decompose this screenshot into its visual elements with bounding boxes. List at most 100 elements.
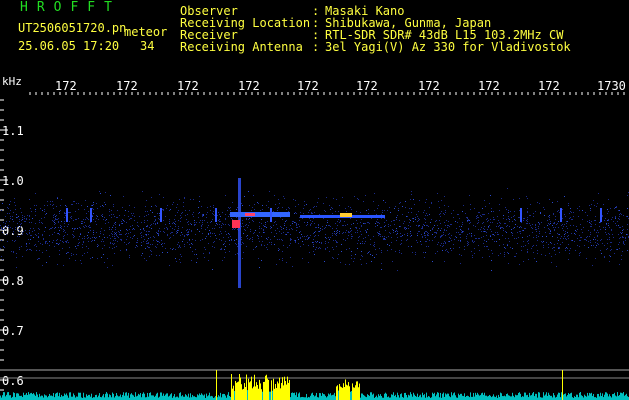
noise-dot <box>61 221 62 222</box>
noise-dot <box>331 207 332 208</box>
noise-dot <box>583 227 584 228</box>
noise-dot <box>44 211 45 212</box>
noise-dot <box>607 213 608 214</box>
noise-dot <box>315 227 316 228</box>
spectrum-bar <box>520 393 521 400</box>
noise-dot <box>84 236 85 237</box>
noise-dot <box>387 250 388 251</box>
noise-dot <box>611 230 612 231</box>
noise-dot <box>93 209 94 210</box>
noise-dot <box>96 215 97 216</box>
noise-dot <box>349 248 350 249</box>
noise-dot <box>156 206 157 207</box>
noise-dot <box>267 249 268 250</box>
noise-dot <box>202 224 203 225</box>
noise-dot <box>292 229 293 230</box>
noise-dot <box>345 264 346 265</box>
spectrum-bar <box>274 388 275 400</box>
noise-dot <box>529 235 530 236</box>
noise-dot <box>157 222 158 223</box>
noise-dot <box>372 255 373 256</box>
noise-dot <box>500 228 501 229</box>
noise-dot <box>88 237 89 238</box>
noise-dot <box>173 235 174 236</box>
noise-dot <box>145 248 146 249</box>
noise-dot <box>514 219 515 220</box>
spectrum-bar <box>334 392 335 400</box>
noise-dot <box>294 240 295 241</box>
spectrum-bar <box>165 394 166 400</box>
noise-dot <box>580 252 581 253</box>
noise-dot <box>74 229 75 230</box>
noise-dot <box>301 234 302 235</box>
noise-dot <box>440 216 441 217</box>
noise-dot <box>567 228 568 229</box>
noise-dot <box>90 238 91 239</box>
spectrum-bar <box>327 396 328 400</box>
noise-dot <box>10 201 11 202</box>
noise-dot <box>75 246 76 247</box>
noise-dot <box>314 236 315 237</box>
noise-dot <box>373 201 374 202</box>
noise-dot <box>512 221 513 222</box>
noise-dot <box>265 222 266 223</box>
noise-dot <box>611 242 612 243</box>
noise-dot <box>383 238 384 239</box>
noise-dot <box>80 228 81 229</box>
noise-dot <box>222 212 223 213</box>
noise-dot <box>15 227 16 228</box>
noise-dot <box>327 247 328 248</box>
noise-dot <box>85 200 86 201</box>
noise-dot <box>622 251 623 252</box>
noise-dot <box>374 210 375 211</box>
noise-dot <box>114 247 115 248</box>
noise-dot <box>427 232 428 233</box>
spectrum-bar <box>265 375 266 400</box>
spectrum-bar <box>16 393 17 400</box>
noise-dot <box>440 237 441 238</box>
noise-dot <box>281 227 282 228</box>
noise-dot <box>19 221 20 222</box>
noise-dot <box>374 246 375 247</box>
noise-dot <box>141 237 142 238</box>
noise-dot <box>405 227 406 228</box>
spectrum-bar <box>615 395 616 400</box>
spectrum-bar <box>336 386 337 400</box>
spectrum-bar <box>361 393 362 400</box>
noise-dot <box>554 244 555 245</box>
noise-dot <box>561 236 562 237</box>
noise-dot <box>365 230 366 231</box>
noise-dot <box>170 209 171 210</box>
noise-dot <box>347 224 348 225</box>
noise-dot <box>232 202 233 203</box>
noise-dot <box>94 240 95 241</box>
noise-dot <box>212 246 213 247</box>
noise-dot <box>574 241 575 242</box>
noise-dot <box>595 224 596 225</box>
noise-dot <box>457 214 458 215</box>
noise-dot <box>397 233 398 234</box>
noise-dot <box>538 228 539 229</box>
noise-dot <box>149 247 150 248</box>
noise-dot <box>15 205 16 206</box>
noise-dot <box>232 229 233 230</box>
noise-dot <box>350 231 351 232</box>
noise-dot <box>568 259 569 260</box>
spectrum-bar <box>50 395 51 400</box>
noise-dot <box>557 223 558 224</box>
noise-dot <box>432 228 433 229</box>
noise-dot <box>391 242 392 243</box>
spectrum-bar <box>36 392 37 400</box>
spectrum-bar <box>117 395 118 400</box>
spectrum-bar <box>388 396 389 400</box>
noise-dot <box>78 243 79 244</box>
noise-dot <box>532 228 533 229</box>
noise-dot <box>577 208 578 209</box>
noise-dot <box>187 232 188 233</box>
noise-dot <box>111 214 112 215</box>
noise-dot <box>107 237 108 238</box>
noise-dot <box>234 229 235 230</box>
noise-dot <box>39 220 40 221</box>
noise-dot <box>449 233 450 234</box>
noise-dot <box>162 209 163 210</box>
